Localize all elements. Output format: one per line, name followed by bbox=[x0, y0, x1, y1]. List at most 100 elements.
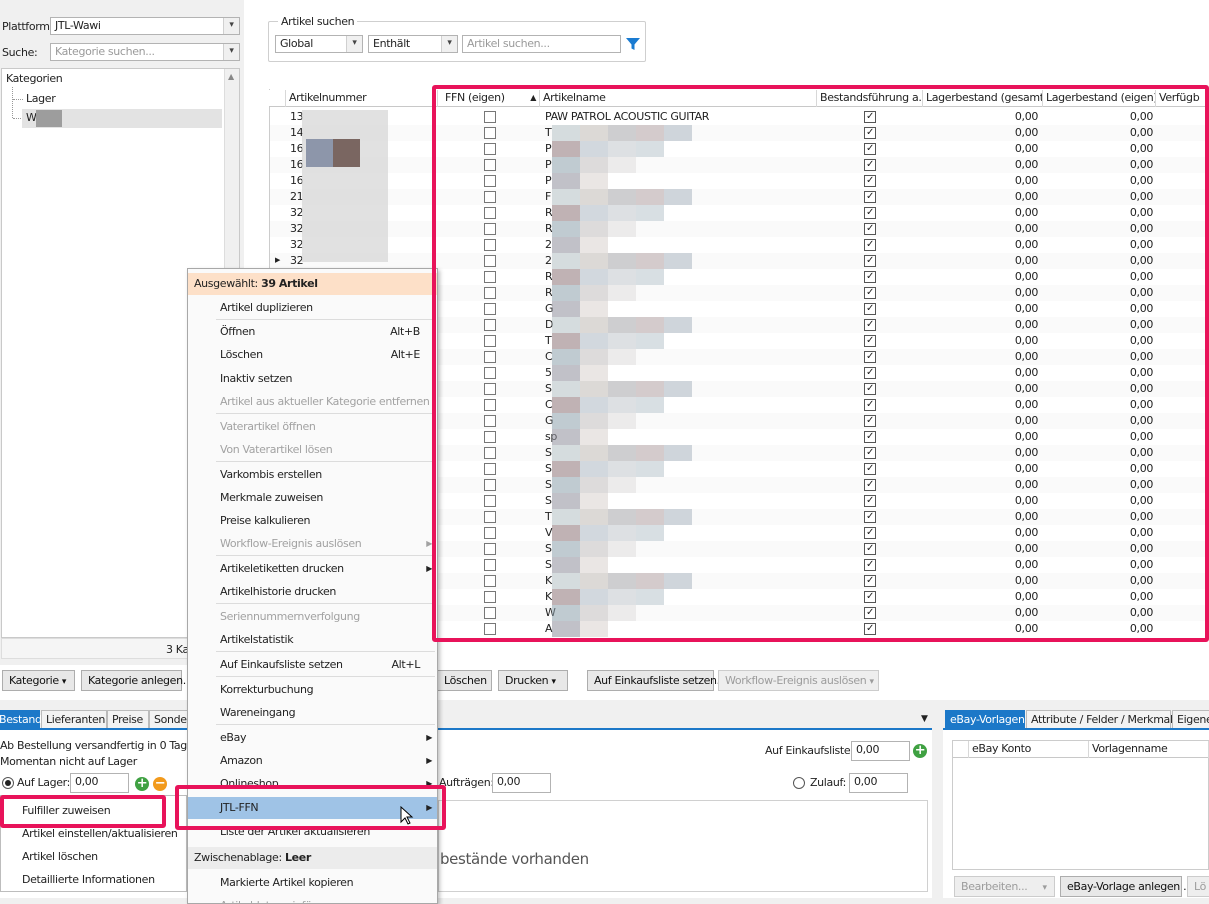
einkaufsliste-button[interactable]: Auf Einkaufsliste setzen... bbox=[587, 670, 726, 691]
detaillierte-informationen-item[interactable]: Detaillierte Informationen bbox=[22, 873, 155, 887]
col-ebay-konto[interactable]: eBay Konto bbox=[969, 741, 1089, 758]
menu-item-artikelstatistik[interactable]: Artikelstatistik bbox=[188, 629, 437, 651]
menu-item-korrekturbuchung[interactable]: Korrekturbuchung bbox=[188, 679, 437, 701]
col-vorlagenname[interactable]: Vorlagenname bbox=[1089, 741, 1209, 758]
row-pointer-icon: ▶ bbox=[275, 256, 281, 264]
bestaende-grid bbox=[438, 800, 928, 892]
ebay-vorlage-anlegen-button[interactable]: eBay-Vorlage anlegen ... bbox=[1060, 876, 1193, 897]
tab-bestand-label: Bestand bbox=[0, 713, 42, 726]
einkaufsliste-input[interactable]: 0,00 bbox=[851, 741, 910, 761]
menu-item-label: Artikel aus aktueller Kategorie entferne… bbox=[220, 395, 430, 408]
clipboard-prefix: Zwischenablage: bbox=[194, 851, 282, 864]
menu-item-label: Artikel duplizieren bbox=[220, 301, 313, 314]
menu-item-workflow-ereignis-auslösen[interactable]: Workflow-Ereignis auslösen ▶ bbox=[188, 533, 437, 555]
bearbeiten-button[interactable]: Bearbeiten... ▾ bbox=[954, 876, 1055, 897]
platform-value: JTL-Wawi bbox=[55, 19, 101, 32]
auftraegen-label: Aufträgen: bbox=[439, 776, 494, 789]
remove-icon[interactable]: − bbox=[153, 777, 167, 791]
category-search-label: Suche: bbox=[2, 46, 38, 59]
einkaufsliste-label: Auf Einkaufsliste: bbox=[765, 744, 854, 757]
chevron-down-icon: ▾ bbox=[223, 44, 239, 60]
zulauf-label: Zulauf: bbox=[810, 776, 847, 789]
search-scope-select[interactable]: Global ▾ bbox=[275, 35, 363, 53]
lagerstatus-text: Momentan nicht auf Lager bbox=[0, 755, 137, 768]
add-icon[interactable]: + bbox=[135, 777, 149, 791]
auftraegen-input[interactable]: 0,00 bbox=[492, 773, 551, 793]
tree-line bbox=[13, 99, 23, 100]
loeschen-vorlage-button[interactable]: Lö bbox=[1187, 876, 1209, 897]
menu-item-seriennummernverfolgung[interactable]: Seriennummernverfolgung bbox=[188, 606, 437, 628]
kategorie-button[interactable]: Kategorie ▾ bbox=[2, 670, 75, 691]
col-artikelnummer[interactable]: Artikelnummer bbox=[286, 90, 438, 107]
tree-item-w[interactable]: W bbox=[26, 111, 37, 125]
menu-header-count: 39 bbox=[261, 277, 276, 290]
menu-item-label: Artikelstatistik bbox=[220, 633, 294, 646]
tab-bestand[interactable]: Bestand bbox=[0, 710, 42, 728]
zulauf-input[interactable]: 0,00 bbox=[849, 773, 908, 793]
auf-lager-input[interactable]: 0,00 bbox=[70, 773, 129, 793]
menu-item-artikelhistorie-drucken[interactable]: Artikelhistorie drucken bbox=[188, 581, 437, 603]
menu-item-markierte-artikel-kopieren[interactable]: Markierte Artikel kopieren bbox=[188, 872, 437, 894]
highlight-fulfiller bbox=[0, 795, 166, 828]
auf-lager-radio[interactable] bbox=[2, 777, 14, 789]
chevron-down-icon: ▾ bbox=[346, 36, 362, 52]
menu-item-label: Markierte Artikel kopieren bbox=[220, 876, 354, 889]
category-count: 3 Ka bbox=[166, 643, 189, 656]
zulauf-radio[interactable] bbox=[793, 777, 805, 789]
menu-item-wareneingang[interactable]: Wareneingang bbox=[188, 702, 437, 724]
menu-item-auf-einkaufsliste-setzen[interactable]: Auf Einkaufsliste setzen Alt+L bbox=[188, 654, 437, 676]
menu-item-label: Von Vaterartikel lösen bbox=[220, 443, 333, 456]
menu-item-amazon[interactable]: Amazon ▶ bbox=[188, 750, 437, 772]
menu-item-inaktiv-setzen[interactable]: Inaktiv setzen bbox=[188, 368, 437, 390]
menu-item-artikeldaten-einfügen[interactable]: Artikeldaten einfügen bbox=[188, 895, 437, 903]
article-search-input[interactable]: Artikel suchen... bbox=[462, 35, 621, 53]
menu-item-preise-kalkulieren[interactable]: Preise kalkulieren bbox=[188, 510, 437, 532]
tree-root[interactable]: Kategorien bbox=[6, 72, 63, 86]
tab-sonder[interactable]: Sonder bbox=[149, 710, 191, 728]
artikel-einstellen-item[interactable]: Artikel einstellen/aktualisieren bbox=[22, 827, 178, 841]
ebay-grid bbox=[952, 740, 1209, 870]
menu-item-ebay[interactable]: eBay ▶ bbox=[188, 727, 437, 749]
menu-item-shortcut: Alt+B bbox=[390, 325, 420, 338]
filter-icon[interactable] bbox=[625, 36, 641, 52]
menu-item-von-vaterartikel-lösen[interactable]: Von Vaterartikel lösen bbox=[188, 439, 437, 461]
menu-item-artikel-aus-aktueller-kategorie-entfernen[interactable]: Artikel aus aktueller Kategorie entferne… bbox=[188, 391, 437, 413]
tab-attribute[interactable]: Attribute / Felder / Merkmale bbox=[1026, 710, 1179, 728]
artikel-loeschen-item[interactable]: Artikel löschen bbox=[22, 850, 98, 864]
menu-item-artikel-duplizieren[interactable]: Artikel duplizieren bbox=[188, 297, 437, 319]
tree-item-lager[interactable]: Lager bbox=[26, 92, 56, 106]
panel-dropdown-icon[interactable]: ▼ bbox=[921, 714, 928, 724]
search-mode-select[interactable]: Enthält ▾ bbox=[368, 35, 458, 53]
menu-item-varkombis-erstellen[interactable]: Varkombis erstellen bbox=[188, 464, 437, 486]
tab-eigene[interactable]: Eigene bbox=[1172, 710, 1209, 728]
tree-line bbox=[12, 87, 13, 118]
clipboard-value: Leer bbox=[284, 851, 311, 864]
tab-preise[interactable]: Preise bbox=[107, 710, 149, 728]
drucken-button[interactable]: Drucken ▾ bbox=[498, 670, 568, 691]
menu-item-öffnen[interactable]: Öffnen Alt+B bbox=[188, 321, 437, 343]
category-search-input[interactable]: Kategorie suchen... ▾ bbox=[50, 43, 240, 61]
loeschen-button[interactable]: Löschen bbox=[437, 670, 492, 691]
menu-item-artikeletiketten-drucken[interactable]: Artikeletiketten drucken ▶ bbox=[188, 558, 437, 580]
workflow-label: Workflow-Ereignis auslösen bbox=[725, 674, 867, 687]
platform-select[interactable]: JTL-Wawi ▾ bbox=[50, 17, 240, 35]
ebay-grid-header: eBay Konto Vorlagenname bbox=[953, 741, 1209, 758]
chevron-down-icon: ▾ bbox=[1042, 883, 1048, 893]
menu-item-label: Inaktiv setzen bbox=[220, 372, 293, 385]
redacted-block bbox=[306, 139, 333, 167]
kategorie-anlegen-button[interactable]: Kategorie anlegen... bbox=[81, 670, 193, 691]
menu-item-löschen[interactable]: Löschen Alt+E bbox=[188, 344, 437, 366]
redacted-block bbox=[36, 110, 62, 127]
menu-item-merkmale-zuweisen[interactable]: Merkmale zuweisen bbox=[188, 487, 437, 509]
chevron-up-icon[interactable]: ▲ bbox=[228, 72, 234, 81]
menu-item-vaterartikel-öffnen[interactable]: Vaterartikel öffnen bbox=[188, 416, 437, 438]
menu-separator bbox=[216, 413, 435, 414]
tab-ebay-vorlagen[interactable]: eBay-Vorlagen bbox=[945, 710, 1025, 728]
highlight-table-region bbox=[432, 85, 1209, 642]
add-icon[interactable]: + bbox=[913, 744, 927, 758]
workflow-button[interactable]: Workflow-Ereignis auslösen ▾ bbox=[718, 670, 879, 691]
menu-item-label: Auf Einkaufsliste setzen bbox=[220, 658, 343, 671]
article-search-placeholder: Artikel suchen... bbox=[467, 37, 550, 50]
tab-lieferanten[interactable]: Lieferanten bbox=[41, 710, 107, 728]
search-scope-value: Global bbox=[280, 37, 313, 50]
